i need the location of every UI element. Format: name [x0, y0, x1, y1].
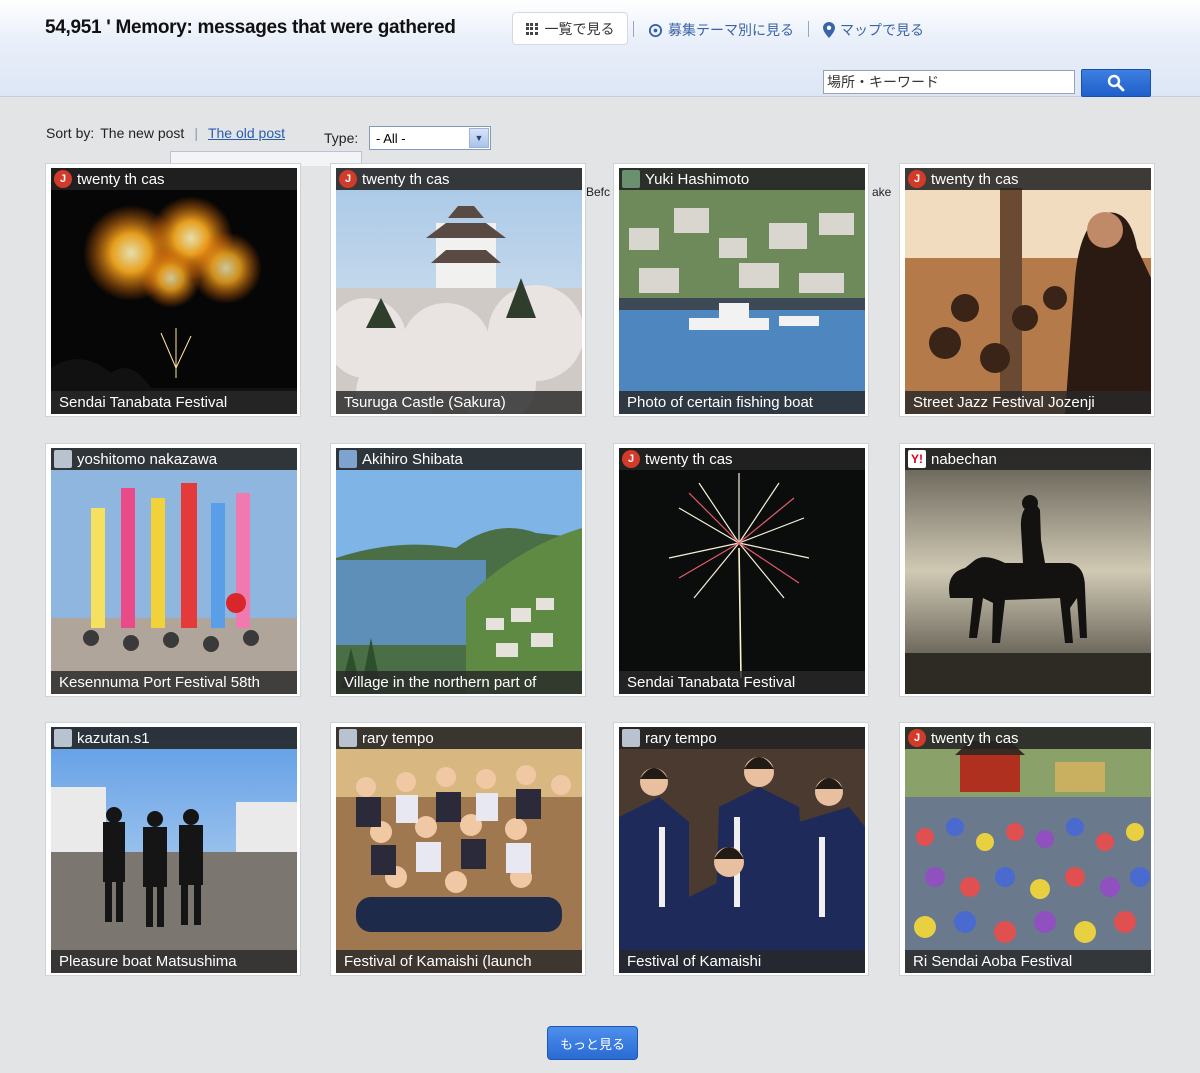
photo-caption: Sendai Tanabata Festival: [51, 391, 297, 414]
type-select-value: - All -: [376, 130, 406, 146]
photo-tile[interactable]: J twenty th cas Street Jazz Festival Joz…: [899, 163, 1155, 417]
search-icon: [1107, 74, 1125, 92]
overlapped-text: Befc: [586, 185, 611, 199]
avatar: [339, 450, 357, 468]
photo-festival-group: rary tempo Festival of Kamaishi: [619, 727, 865, 973]
photo-aoba-festival: J twenty th cas Ri Sendai Aoba Festival: [905, 727, 1151, 973]
photo-fireworks: J twenty th cas Sendai Tanabata Festival: [619, 448, 865, 694]
photo-username: Akihiro Shibata: [362, 450, 463, 468]
photo-caption: Ri Sendai Aoba Festival: [905, 950, 1151, 973]
photo-tile[interactable]: Akihiro Shibata Village in the northern …: [330, 443, 586, 697]
photo-username: nabechan: [931, 450, 997, 468]
page-title: 54,951 ' Memory: messages that were gath…: [45, 17, 456, 38]
photo-fireworks: J twenty th cas Sendai Tanabata Festival: [51, 168, 297, 414]
photo-header: J twenty th cas: [905, 168, 1151, 190]
avatar: [622, 729, 640, 747]
sort-bar: Sort by: The new post | The old post: [46, 125, 285, 141]
photo-caption: Pleasure boat Matsushima: [51, 950, 297, 973]
search-button[interactable]: [1081, 69, 1151, 97]
photo-pier-walk: kazutan.s1 Pleasure boat Matsushima: [51, 727, 297, 973]
photo-coastal-village: Akihiro Shibata Village in the northern …: [336, 448, 582, 694]
avatar: J: [908, 170, 926, 188]
photo-header: Yuki Hashimoto: [619, 168, 865, 190]
photo-username: rary tempo: [645, 729, 717, 747]
photo-header: J twenty th cas: [905, 727, 1151, 749]
photo-username: twenty th cas: [362, 170, 450, 188]
avatar: [54, 729, 72, 747]
photo-username: twenty th cas: [931, 170, 1019, 188]
photo-group-party: rary tempo Festival of Kamaishi (launch: [336, 727, 582, 973]
photo-tile[interactable]: yoshitomo nakazawa Kesennuma Port Festiv…: [45, 443, 301, 697]
photo-tile[interactable]: rary tempo Festival of Kamaishi: [613, 722, 869, 976]
avatar: [54, 450, 72, 468]
photo-tile[interactable]: rary tempo Festival of Kamaishi (launch: [330, 722, 586, 976]
photo-username: yoshitomo nakazawa: [77, 450, 218, 468]
tab-theme-view-label: 募集テーマ別に見る: [668, 22, 794, 38]
tab-theme-view[interactable]: 募集テーマ別に見る: [648, 20, 794, 40]
sort-label: Sort by:: [46, 125, 95, 141]
photo-caption: Sendai Tanabata Festival: [619, 671, 865, 694]
photo-caption: Festival of Kamaishi (launch: [336, 950, 582, 973]
photo-header: J twenty th cas: [619, 448, 865, 470]
photo-tile[interactable]: Y! nabechan: [899, 443, 1155, 697]
photo-username: twenty th cas: [77, 170, 165, 188]
tab-divider: [633, 21, 634, 37]
sort-old-post-link[interactable]: The old post: [208, 125, 285, 141]
avatar: J: [908, 729, 926, 747]
photo-caption: Street Jazz Festival Jozenji: [905, 391, 1151, 414]
photo-username: twenty th cas: [645, 450, 733, 468]
photo-jazz-festival: J twenty th cas Street Jazz Festival Joz…: [905, 168, 1151, 414]
photo-caption: Photo of certain fishing boat: [619, 391, 865, 414]
photo-caption: Kesennuma Port Festival 58th: [51, 671, 297, 694]
photo-username: kazutan.s1: [77, 729, 150, 747]
sort-divider: |: [194, 125, 198, 141]
photo-tile[interactable]: J twenty th cas Sendai Tanabata Festival: [45, 163, 301, 417]
type-select[interactable]: - All - ▼: [369, 126, 491, 150]
photo-username: Yuki Hashimoto: [645, 170, 750, 188]
search-input[interactable]: [823, 70, 1075, 94]
photo-caption: Village in the northern part of: [336, 671, 582, 694]
photo-header: J twenty th cas: [336, 168, 582, 190]
photo-header: yoshitomo nakazawa: [51, 448, 297, 470]
overlapped-text: ake: [872, 185, 892, 199]
tab-map-view[interactable]: マップで見る: [823, 20, 924, 40]
avatar: J: [54, 170, 72, 188]
type-label: Type:: [324, 130, 359, 146]
photo-tile[interactable]: J twenty th cas Sendai Tanabata Festival: [613, 443, 869, 697]
photo-tile[interactable]: kazutan.s1 Pleasure boat Matsushima: [45, 722, 301, 976]
photo-tile[interactable]: Yuki Hashimoto Photo of certain fishing …: [613, 163, 869, 417]
photo-header: rary tempo: [336, 727, 582, 749]
avatar: J: [339, 170, 357, 188]
tab-map-view-label: マップで見る: [840, 22, 924, 38]
photo-caption: Tsuruga Castle (Sakura): [336, 391, 582, 414]
tab-list-view-label: 一覧で見る: [544, 20, 615, 37]
theme-icon: [648, 23, 663, 37]
photo-header: rary tempo: [619, 727, 865, 749]
photo-username: rary tempo: [362, 729, 434, 747]
photo-header: kazutan.s1: [51, 727, 297, 749]
avatar: Y!: [908, 450, 926, 468]
photo-tile[interactable]: J twenty th cas Ri Sendai Aoba Festival: [899, 722, 1155, 976]
chevron-down-icon: ▼: [469, 128, 489, 148]
grid-icon: [525, 22, 538, 35]
photo-fishing-boat: Yuki Hashimoto Photo of certain fishing …: [619, 168, 865, 414]
photo-header: J twenty th cas: [51, 168, 297, 190]
photo-caption: Festival of Kamaishi: [619, 950, 865, 973]
photo-horse-rider: Y! nabechan: [905, 448, 1151, 694]
photo-username: twenty th cas: [931, 729, 1019, 747]
photo-castle: J twenty th cas Tsuruga Castle (Sakura): [336, 168, 582, 414]
avatar: [339, 729, 357, 747]
load-more-button[interactable]: もっと見る: [547, 1026, 638, 1060]
tab-divider: [808, 21, 809, 37]
avatar: J: [622, 450, 640, 468]
sort-new-post[interactable]: The new post: [100, 125, 184, 141]
photo-tile[interactable]: J twenty th cas Tsuruga Castle (Sakura): [330, 163, 586, 417]
map-pin-icon: [823, 22, 835, 38]
avatar: [622, 170, 640, 188]
header-bar: 54,951 ' Memory: messages that were gath…: [0, 0, 1200, 97]
photo-port-festival: yoshitomo nakazawa Kesennuma Port Festiv…: [51, 448, 297, 694]
tab-list-view[interactable]: 一覧で見る: [512, 12, 628, 45]
photo-header: Akihiro Shibata: [336, 448, 582, 470]
photo-header: Y! nabechan: [905, 448, 1151, 470]
